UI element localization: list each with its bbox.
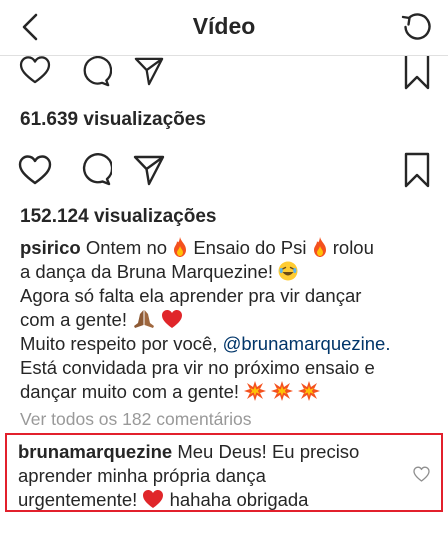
caption-text: rolou <box>332 237 374 258</box>
caption-text: Ensaio do Psi <box>193 237 307 258</box>
highlighted-comment: brunamarquezine Meu Deus! Eu preciso apr… <box>18 440 413 512</box>
previous-post-views: 61.639 visualizações <box>20 109 206 130</box>
heart-outline-icon[interactable] <box>413 466 430 482</box>
heart-icon[interactable] <box>18 155 52 185</box>
bottom-partial-row <box>0 522 448 535</box>
bookmark-icon[interactable] <box>404 152 430 188</box>
mention-link[interactable]: @brunamarquezine. <box>223 333 391 354</box>
caption-text: Agora só falta ela aprender pra vir danç… <box>20 285 362 306</box>
caption-text: com a gente! <box>20 309 127 330</box>
fire-emoji-icon <box>313 237 326 257</box>
collision-emoji-icon <box>298 381 321 401</box>
caption-text: Muito respeito por você, <box>20 333 218 354</box>
bookmark-icon[interactable] <box>404 56 430 90</box>
comment-text: Meu Deus! Eu preciso <box>177 441 360 462</box>
comment-text: aprender minha própria dança <box>18 465 266 486</box>
share-icon[interactable] <box>133 154 165 186</box>
collision-emoji-icon <box>271 381 294 401</box>
caption-text: dançar muito com a gente! <box>20 381 240 402</box>
view-all-comments-link[interactable]: Ver todos os 182 comentários <box>20 409 252 430</box>
page-title: Vídeo <box>192 13 256 39</box>
share-icon[interactable] <box>133 56 165 86</box>
caption-text: a dança da Bruna Marquezine! <box>20 261 274 282</box>
post-views: 152.124 visualizações <box>20 206 217 227</box>
caption-text: Está convidada pra vir no próximo ensaio… <box>20 357 375 378</box>
fire-emoji-icon <box>174 237 187 257</box>
comment-icon[interactable] <box>78 56 112 88</box>
laughing-emoji-icon <box>278 261 298 281</box>
heart-icon[interactable] <box>18 56 52 84</box>
comment-icon[interactable] <box>78 153 112 187</box>
top-nav-bar: Vídeo <box>0 0 448 56</box>
refresh-icon[interactable] <box>400 11 432 43</box>
comment-username[interactable]: brunamarquezine <box>18 441 172 462</box>
caption-text: Ontem no <box>85 237 168 258</box>
red-heart-emoji-icon <box>162 310 183 328</box>
red-heart-emoji-icon <box>143 490 164 508</box>
caption-username[interactable]: psirico <box>20 237 81 258</box>
praying-hands-emoji-icon <box>134 310 155 328</box>
comment-text: urgentemente! <box>18 489 138 510</box>
collision-emoji-icon <box>244 381 267 401</box>
comment-text: hahaha obrigada <box>169 489 309 510</box>
post-caption: psirico Ontem no Ensaio do Psi rolou a d… <box>20 236 440 404</box>
